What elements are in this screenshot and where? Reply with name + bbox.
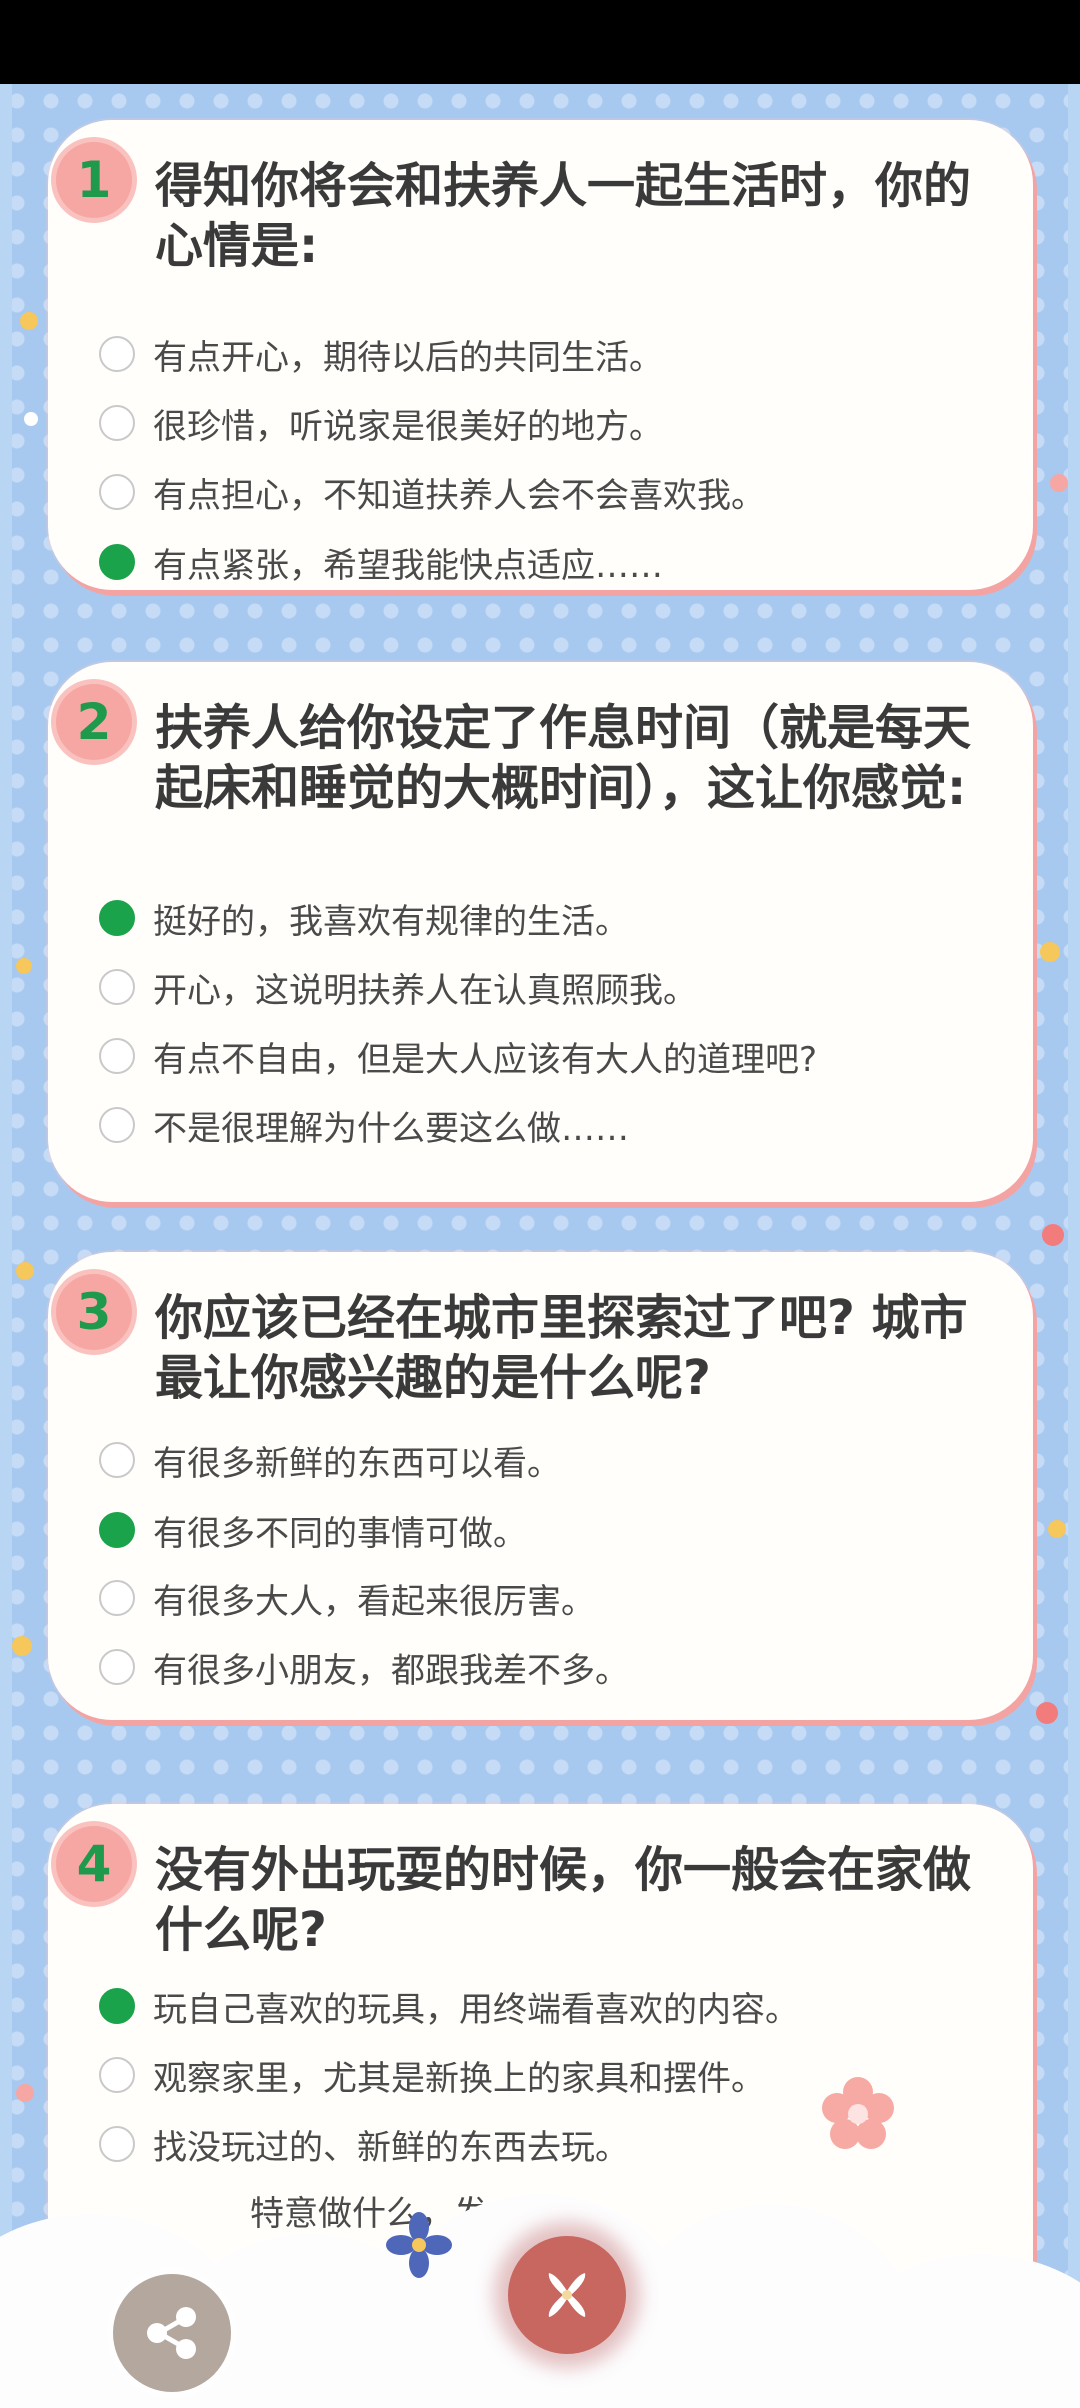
radio-button-selected[interactable] bbox=[99, 1512, 135, 1548]
share-icon bbox=[147, 2307, 196, 2359]
radio-button[interactable] bbox=[99, 474, 135, 510]
status-bar bbox=[0, 0, 1080, 84]
question-card-1: 1 得知你将会和扶养人一起生活时，你的心情是: 有点开心，期待以后的共同生活。 … bbox=[48, 120, 1033, 590]
radio-button[interactable] bbox=[99, 2057, 135, 2093]
option-3-2[interactable]: 有很多不同的事情可做。 bbox=[99, 1502, 527, 1558]
radio-button-selected[interactable] bbox=[99, 900, 135, 936]
option-3-3[interactable]: 有很多大人，看起来很厉害。 bbox=[99, 1570, 595, 1626]
decor-dot bbox=[20, 312, 38, 330]
option-label: 有很多新鲜的东西可以看。 bbox=[153, 1443, 561, 1484]
radio-button[interactable] bbox=[99, 1649, 135, 1685]
decor-dot bbox=[16, 2084, 34, 2102]
question-text: 扶养人给你设定了作息时间（就是每天起床和睡觉的大概时间），这让你感觉: bbox=[155, 700, 972, 816]
decor-dot bbox=[16, 958, 32, 974]
question-card-2: 2 扶养人给你设定了作息时间（就是每天起床和睡觉的大概时间），这让你感觉: 挺好… bbox=[48, 662, 1033, 1202]
radio-button-selected[interactable] bbox=[99, 1988, 135, 2024]
option-label: 有很多小朋友，都跟我差不多。 bbox=[153, 1650, 629, 1691]
option-1-2[interactable]: 很珍惜，听说家是很美好的地方。 bbox=[99, 395, 663, 451]
question-card-3: 3 你应该已经在城市里探索过了吧? 城市最让你感兴趣的是什么呢? 有很多新鲜的东… bbox=[48, 1252, 1033, 1720]
option-label: 不是很理解为什么要这么做…… bbox=[153, 1108, 629, 1149]
option-label: 有点不自由，但是大人应该有大人的道理吧? bbox=[153, 1039, 818, 1080]
share-button[interactable] bbox=[113, 2274, 231, 2392]
decor-dot bbox=[1042, 1224, 1064, 1246]
option-label: 找没玩过的、新鲜的东西去玩。 bbox=[153, 2127, 629, 2168]
right-border bbox=[1068, 84, 1080, 2408]
radio-button[interactable] bbox=[99, 2126, 135, 2162]
option-4-3[interactable]: 找没玩过的、新鲜的东西去玩。 bbox=[99, 2116, 629, 2172]
radio-button[interactable] bbox=[99, 969, 135, 1005]
option-3-4[interactable]: 有很多小朋友，都跟我差不多。 bbox=[99, 1639, 629, 1695]
close-button[interactable] bbox=[508, 2236, 626, 2354]
option-label: 开心，这说明扶养人在认真照顾我。 bbox=[153, 970, 697, 1011]
option-1-3[interactable]: 有点担心，不知道扶养人会不会喜欢我。 bbox=[99, 464, 765, 520]
radio-button[interactable] bbox=[99, 1580, 135, 1616]
radio-button[interactable] bbox=[99, 1107, 135, 1143]
option-label: 玩自己喜欢的玩具，用终端看喜欢的内容。 bbox=[153, 1989, 799, 2030]
option-label: 有点开心，期待以后的共同生活。 bbox=[153, 337, 663, 378]
option-label: 挺好的，我喜欢有规律的生活。 bbox=[153, 901, 629, 942]
radio-button[interactable] bbox=[99, 405, 135, 441]
question-text: 得知你将会和扶养人一起生活时，你的心情是: bbox=[155, 158, 972, 274]
decor-dot bbox=[1050, 474, 1068, 492]
option-label: 有很多大人，看起来很厉害。 bbox=[153, 1581, 595, 1622]
option-label: 有很多不同的事情可做。 bbox=[153, 1513, 527, 1554]
option-2-2[interactable]: 开心，这说明扶养人在认真照顾我。 bbox=[99, 959, 697, 1015]
option-label: 有点紧张，希望我能快点适应…… bbox=[153, 545, 663, 586]
radio-button[interactable] bbox=[99, 1442, 135, 1478]
decor-dot bbox=[1040, 942, 1060, 962]
option-3-1[interactable]: 有很多新鲜的东西可以看。 bbox=[99, 1432, 561, 1488]
option-4-2[interactable]: 观察家里，尤其是新换上的家具和摆件。 bbox=[99, 2047, 765, 2103]
option-4-1[interactable]: 玩自己喜欢的玩具，用终端看喜欢的内容。 bbox=[99, 1978, 799, 2034]
decor-dot bbox=[1036, 1702, 1058, 1724]
radio-button[interactable] bbox=[99, 1038, 135, 1074]
question-text: 没有外出玩耍的时候，你一般会在家做什么呢? bbox=[155, 1842, 972, 1958]
option-label: 有点担心，不知道扶养人会不会喜欢我。 bbox=[153, 475, 765, 516]
question-number-badge: 2 bbox=[56, 684, 132, 760]
close-icon bbox=[548, 2273, 586, 2317]
decor-dot bbox=[16, 1262, 34, 1280]
decor-dot bbox=[1048, 1520, 1066, 1538]
question-text: 你应该已经在城市里探索过了吧? 城市最让你感兴趣的是什么呢? bbox=[155, 1290, 968, 1406]
option-2-3[interactable]: 有点不自由，但是大人应该有大人的道理吧? bbox=[99, 1028, 817, 1084]
option-1-1[interactable]: 有点开心，期待以后的共同生活。 bbox=[99, 326, 663, 382]
question-number-badge: 4 bbox=[56, 1826, 132, 1902]
option-label: 观察家里，尤其是新换上的家具和摆件。 bbox=[153, 2058, 765, 2099]
option-label: 很珍惜，听说家是很美好的地方。 bbox=[153, 406, 663, 447]
question-number-badge: 1 bbox=[56, 142, 132, 218]
quiz-page[interactable]: 1 得知你将会和扶养人一起生活时，你的心情是: 有点开心，期待以后的共同生活。 … bbox=[0, 84, 1080, 2408]
option-1-4[interactable]: 有点紧张，希望我能快点适应…… bbox=[99, 534, 663, 590]
decor-dot bbox=[12, 1636, 32, 1656]
pink-flower-icon bbox=[822, 2077, 894, 2149]
option-2-1[interactable]: 挺好的，我喜欢有规律的生活。 bbox=[99, 890, 629, 946]
radio-button-selected[interactable] bbox=[99, 544, 135, 580]
radio-button[interactable] bbox=[99, 336, 135, 372]
option-2-4[interactable]: 不是很理解为什么要这么做…… bbox=[99, 1097, 629, 1153]
decor-dot bbox=[24, 412, 38, 426]
blue-flower-icon bbox=[386, 2212, 452, 2278]
left-border bbox=[0, 84, 12, 2408]
question-number-badge: 3 bbox=[56, 1274, 132, 1350]
